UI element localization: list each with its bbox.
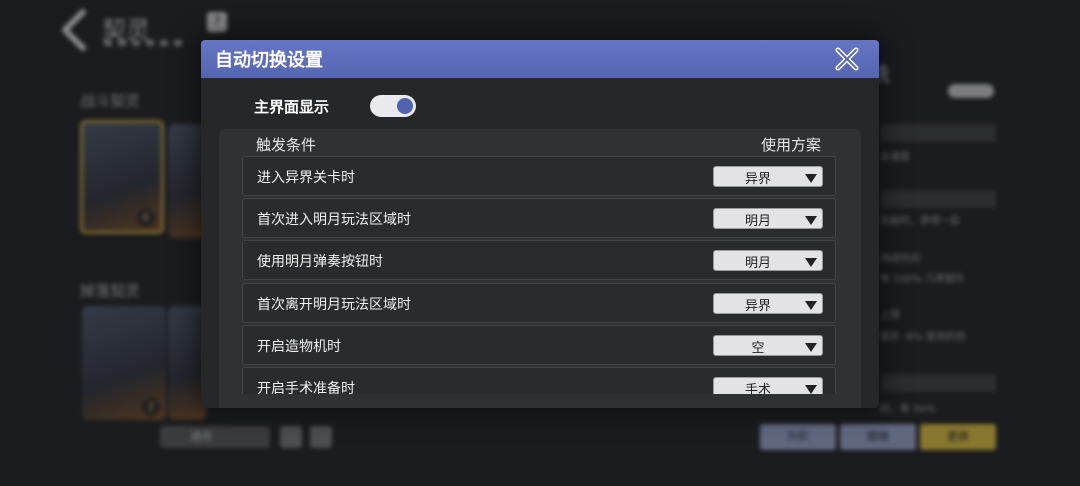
main-display-label: 主界面显示 [254,97,330,116]
details-pill[interactable] [948,84,994,98]
settings-button[interactable] [310,426,332,448]
trigger-row: 首次进入明月玩法区域时 明月 [242,198,836,238]
toggle-knob [397,98,413,114]
auto-switch-settings-dialog: 自动切换设置 主界面显示 触发条件 使用方案 进入异界关卡时 异界 首次进入明月… [201,40,879,408]
scheme-value: 异界 [744,172,771,187]
scheme-select[interactable]: 空 [713,335,823,356]
triangle-down-icon [804,254,818,268]
stat-text: 持续时间 [880,254,920,265]
dialog-header: 自动切换设置 [201,40,879,78]
replace-button[interactable]: 更换 [920,424,996,450]
title-decoration [104,40,184,46]
trigger-condition: 使用明月弹奏按钮时 [257,254,383,270]
section-battle-label: 战斗契灵 [80,92,141,110]
scheme-value: 异界 [744,299,771,314]
help-button[interactable]: ? [207,12,227,32]
trigger-row: 首次离开明月玩法区域时 异界 [242,283,836,323]
scheme-select[interactable]: 异界 [713,293,823,314]
header-condition: 触发条件 [256,136,317,154]
scheme-select[interactable]: 明月 [713,208,823,229]
stat-bar [880,374,996,392]
trigger-condition: 开启手术准备时 [257,381,355,394]
battle-card[interactable]: 6 [80,120,164,234]
stat-text: 有 100% 几率额外 [880,274,965,285]
close-button[interactable] [830,43,864,75]
triangle-down-icon [804,297,818,311]
stat-text: 技能时，获得一层 [880,216,960,227]
close-x-icon [835,47,859,71]
stat-text: 击速度 [880,152,910,163]
triangle-down-icon [804,212,818,226]
scheme-value: 明月 [744,214,771,229]
trigger-condition: 首次进入明月玩法区域时 [257,212,411,228]
header-scheme: 使用方案 [761,136,822,154]
trigger-row: 开启造物机时 空 [242,325,836,365]
chevron-left-icon [62,9,86,51]
triangle-down-icon [804,381,818,394]
stat-bar [880,190,996,208]
triangle-down-icon [804,339,818,353]
trigger-rows[interactable]: 进入异界关卡时 异界 首次进入明月玩法区域时 明月 使用明月弹奏按钮时 明月 首… [242,156,836,394]
scheme-value: 明月 [744,256,771,271]
trigger-condition: 进入异界关卡时 [257,170,355,186]
scheme-select[interactable]: 手术 [713,377,823,394]
stat-text: 时，有 50% [880,404,936,415]
main-display-toggle[interactable] [370,95,416,117]
dialog-title: 自动切换设置 [215,50,323,71]
stat-text: 上限 [880,310,900,321]
triangle-down-icon [804,170,818,184]
edit-button[interactable] [280,426,302,448]
trigger-condition: 首次离开明月玩法区域时 [257,297,411,313]
trigger-table: 触发条件 使用方案 进入异界关卡时 异界 首次进入明月玩法区域时 明月 使用明月… [219,129,861,408]
stat-text: 额外 -8% 受到的伤 [880,332,966,343]
upgrade-button[interactable]: 升阶 [760,424,836,450]
trigger-row: 开启手术准备时 手术 [242,367,836,394]
stat-bar [880,124,996,142]
trigger-row: 进入异界关卡时 异界 [242,156,836,196]
scheme-value: 空 [751,341,765,356]
card-level: 2 [142,398,160,416]
scheme-select[interactable]: 异界 [713,166,823,187]
section-drop-label: 掉落契灵 [80,282,141,300]
scheme-value: 手术 [744,383,771,394]
follow-button[interactable]: 跟随 [840,424,916,450]
main-display-setting: 主界面显示 [254,94,416,118]
card-level: 6 [137,209,155,227]
trigger-row: 使用明月弹奏按钮时 明月 [242,240,836,280]
trigger-condition: 开启造物机时 [257,339,341,355]
filter-dropdown[interactable]: 通用 [160,426,270,448]
drop-card[interactable]: 2 [82,306,166,420]
back-button[interactable] [52,6,96,54]
scheme-select[interactable]: 明月 [713,250,823,271]
